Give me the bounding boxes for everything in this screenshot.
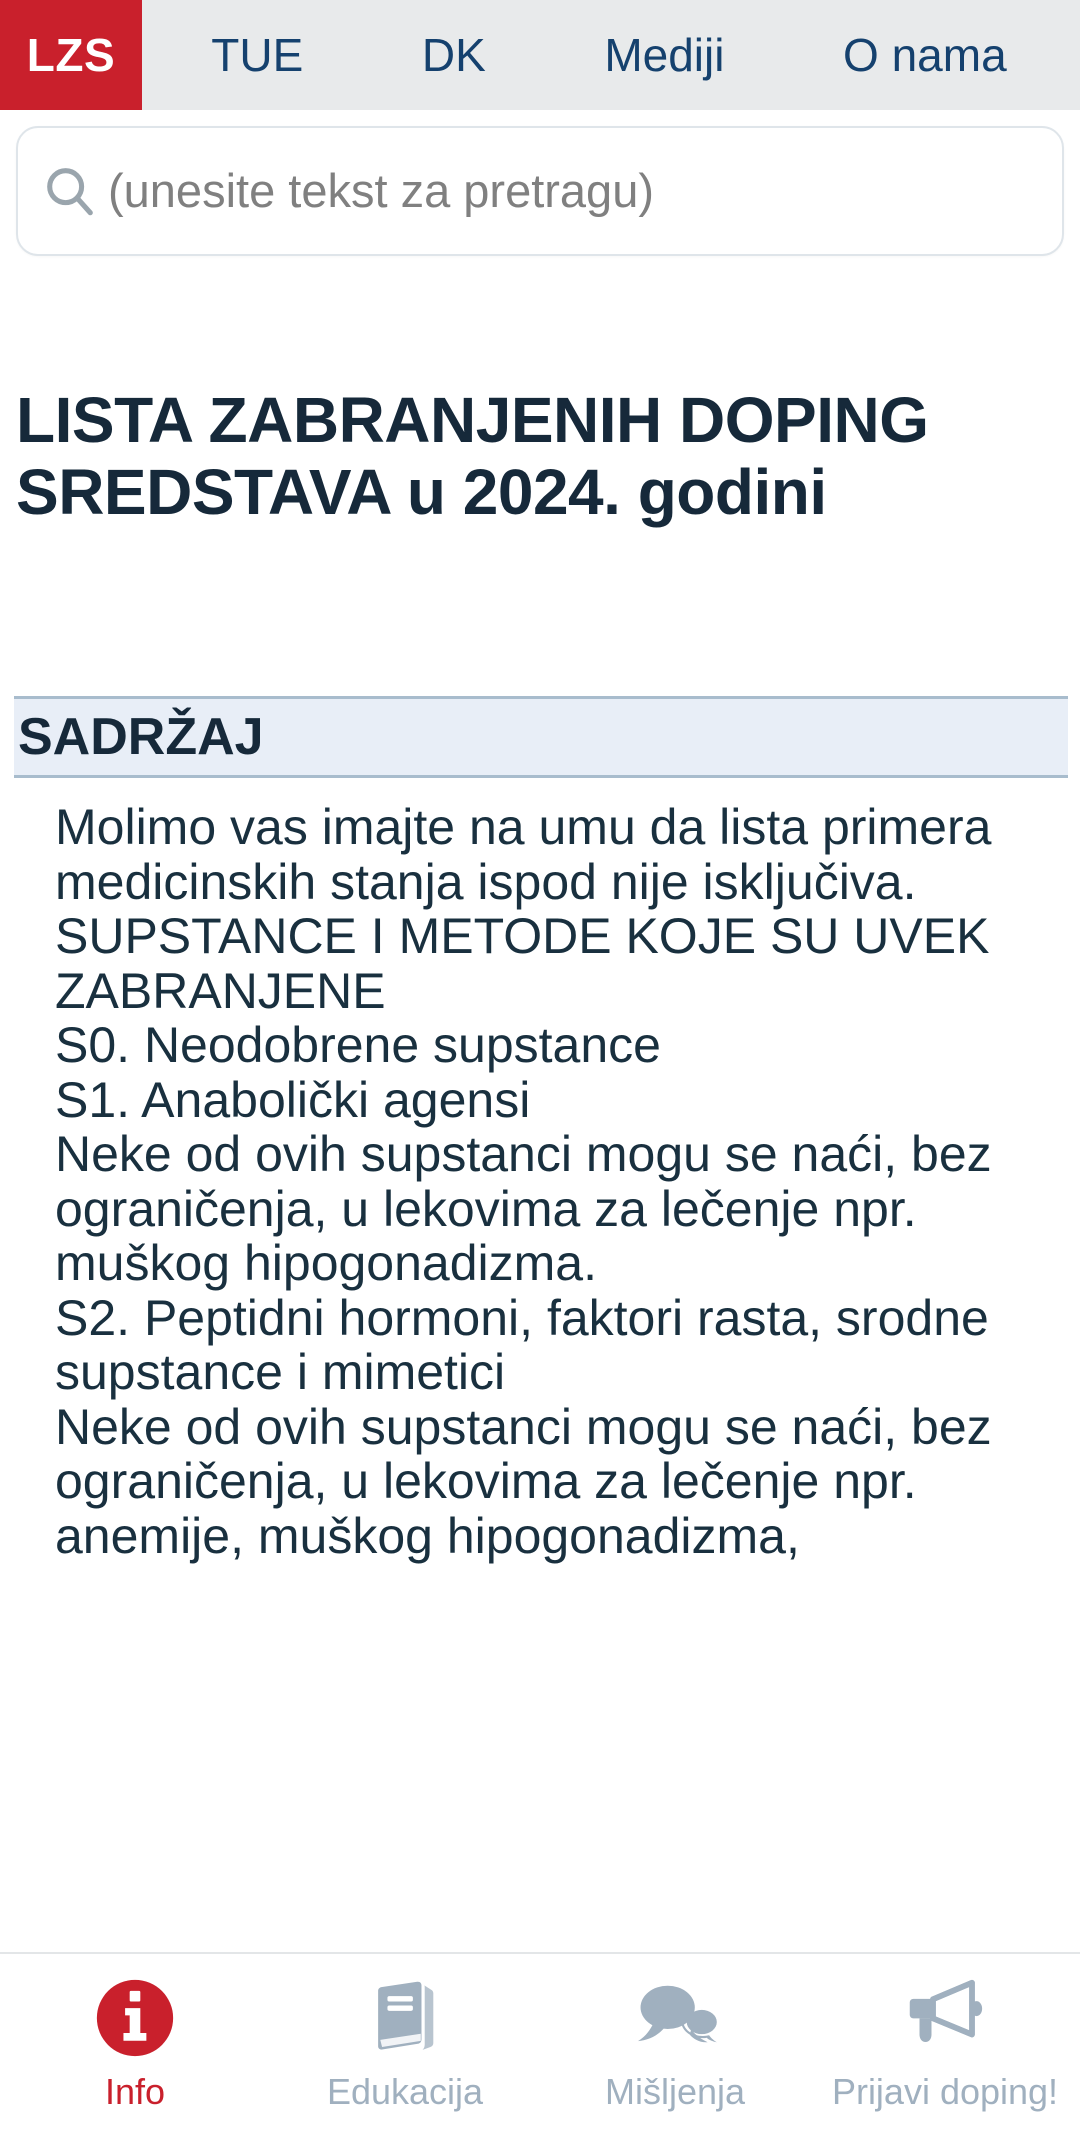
brand-logo-lzs[interactable]: LZS (0, 0, 142, 110)
section-header-label: SADRŽAJ (18, 708, 264, 766)
info-circle-icon (89, 1972, 181, 2064)
tab-edukacija[interactable]: Edukacija (270, 1972, 540, 2110)
nav-item-tue[interactable]: TUE (211, 32, 303, 78)
top-nav-links: TUE DK Mediji O nama (142, 0, 1080, 110)
tab-label-edukacija: Edukacija (326, 2071, 484, 2112)
nav-item-o-nama[interactable]: O nama (843, 32, 1007, 78)
bottom-tab-bar: Info Edukacija Mišljenja Prijavi doping! (0, 1952, 1080, 2152)
tab-prijavi-doping[interactable]: Prijavi doping! (810, 1972, 1080, 2110)
nav-item-mediji[interactable]: Mediji (604, 32, 724, 78)
content-paragraph: Neke od ovih supstanci mogu se naći, bez… (55, 1398, 992, 1564)
content-paragraph: S0. Neodobrene supstance (55, 1017, 661, 1073)
content-paragraph: Neke od ovih supstanci mogu se naći, bez… (55, 1126, 992, 1291)
nav-item-dk[interactable]: DK (422, 32, 486, 78)
search-input[interactable] (108, 165, 1040, 217)
content-paragraph: Molimo vas imajte na umu da lista primer… (55, 800, 992, 910)
tab-label-info: Info (104, 2071, 166, 2112)
content-paragraph: SUPSTANCE I METODE KOJE SU UVEK ZABRANJE… (55, 908, 990, 1019)
megaphone-icon (899, 1972, 991, 2064)
search-icon (40, 161, 100, 221)
search-bar[interactable] (16, 126, 1064, 256)
speech-bubbles-icon (629, 1972, 721, 2064)
content-paragraph: S1. Anabolički agensi (55, 1071, 531, 1128)
book-icon (359, 1972, 451, 2064)
section-header-sadrzaj: SADRŽAJ (14, 696, 1068, 778)
top-navigation-bar: LZS TUE DK Mediji O nama (0, 0, 1080, 110)
content-body: Molimo vas imajte na umu da lista primer… (55, 800, 1055, 1940)
tab-info[interactable]: Info (0, 1972, 270, 2110)
tab-label-prijavi-doping: Prijavi doping! (831, 2071, 1059, 2112)
content-paragraph: S2. Peptidni hormoni, faktori rasta, sro… (55, 1289, 989, 1400)
tab-misljenja[interactable]: Mišljenja (540, 1972, 810, 2110)
page-title: LISTA ZABRANJENIH DOPING SREDSTAVA u 202… (16, 383, 929, 528)
tab-label-misljenja: Mišljenja (604, 2071, 746, 2112)
